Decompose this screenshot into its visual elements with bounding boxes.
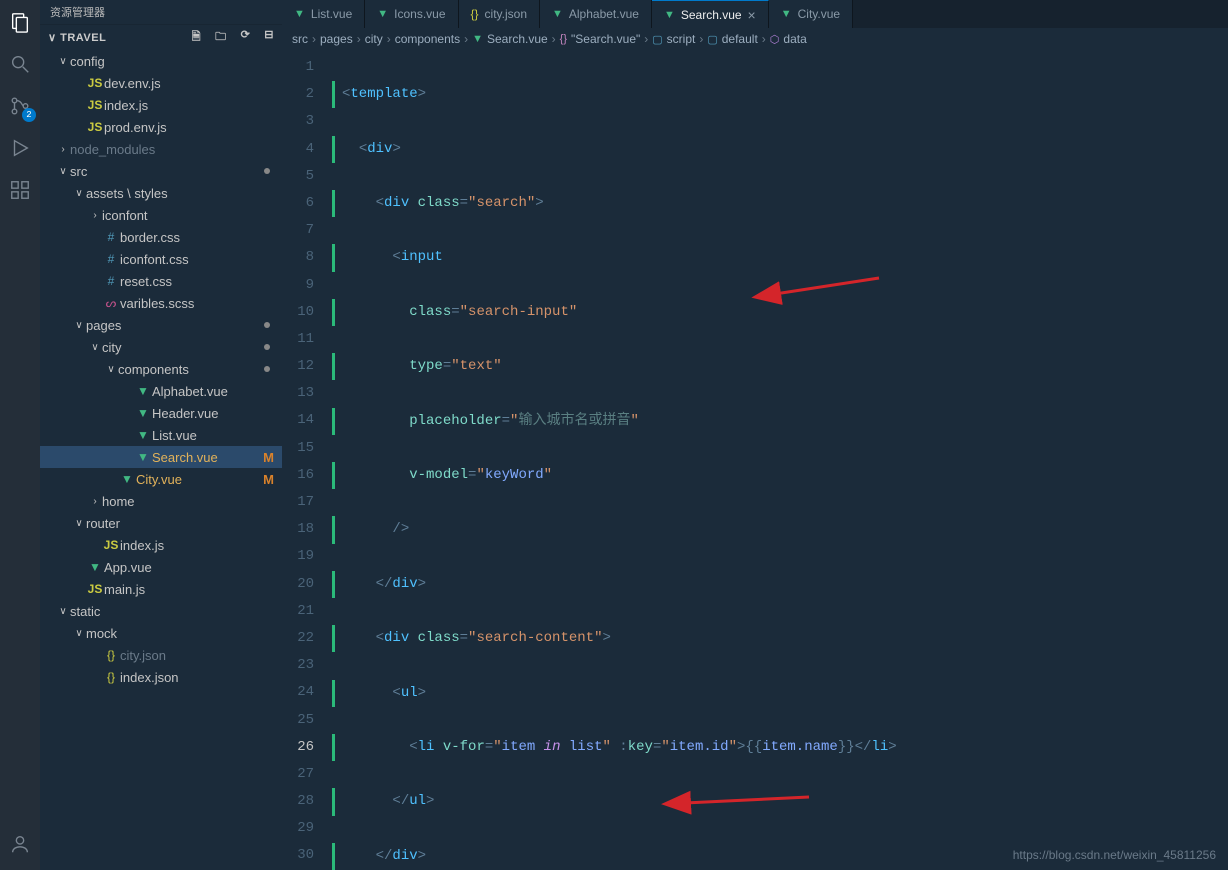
- search-icon[interactable]: [8, 52, 32, 76]
- tree-folder-home[interactable]: ›home: [40, 490, 282, 512]
- tree-folder-city[interactable]: ∨city: [40, 336, 282, 358]
- tab-city[interactable]: ▼City.vue: [769, 0, 853, 28]
- tree-file[interactable]: JSindex.js: [40, 534, 282, 556]
- code-editor[interactable]: 1234567891011121314151617181920212223242…: [282, 50, 1228, 870]
- file-tree: ∨config JSdev.env.js JSindex.js JSprod.e…: [40, 50, 282, 870]
- tree-file[interactable]: JSmain.js: [40, 578, 282, 600]
- new-file-icon[interactable]: 🗎: [192, 28, 201, 47]
- tree-file[interactable]: {}index.json: [40, 666, 282, 688]
- tree-folder-mock[interactable]: ∨mock: [40, 622, 282, 644]
- project-name: TRAVEL: [60, 32, 106, 44]
- tab-cityjson[interactable]: {}city.json: [459, 0, 540, 28]
- tree-file[interactable]: ▼List.vue: [40, 424, 282, 446]
- tree-file[interactable]: #border.css: [40, 226, 282, 248]
- new-folder-icon[interactable]: 🗀: [215, 28, 227, 47]
- line-gutter: 1234567891011121314151617181920212223242…: [282, 50, 332, 870]
- tree-folder-router[interactable]: ∨router: [40, 512, 282, 534]
- tree-file[interactable]: JSdev.env.js: [40, 72, 282, 94]
- tree-file[interactable]: JSprod.env.js: [40, 116, 282, 138]
- editor: ▼List.vue ▼Icons.vue {}city.json ▼Alphab…: [282, 0, 1228, 870]
- tree-file-search[interactable]: ▼Search.vueM: [40, 446, 282, 468]
- tree-folder-nodemodules[interactable]: ›node_modules: [40, 138, 282, 160]
- tab-search[interactable]: ▼Search.vue×: [652, 0, 769, 28]
- tree-folder-iconfont[interactable]: ›iconfont: [40, 204, 282, 226]
- tree-folder-components[interactable]: ∨components: [40, 358, 282, 380]
- tree-file[interactable]: ▼Alphabet.vue: [40, 380, 282, 402]
- explorer-sidebar: 资源管理器 ∨ TRAVEL 🗎 🗀 ⟳ ⊟ ∨config JSdev.env…: [40, 0, 282, 870]
- code-content[interactable]: <template> <div> <div class="search"> <i…: [332, 50, 1228, 870]
- watermark: https://blog.csdn.net/weixin_45811256: [1013, 848, 1216, 862]
- tab-alphabet[interactable]: ▼Alphabet.vue: [540, 0, 652, 28]
- tree-file[interactable]: {}city.json: [40, 644, 282, 666]
- scm-badge: 2: [22, 108, 36, 122]
- activity-bar: 2: [0, 0, 40, 870]
- collapse-icon[interactable]: ⊟: [264, 28, 274, 47]
- tree-file[interactable]: #reset.css: [40, 270, 282, 292]
- tree-folder-static[interactable]: ∨static: [40, 600, 282, 622]
- explorer-icon[interactable]: [8, 10, 32, 34]
- tree-folder-src[interactable]: ∨src: [40, 160, 282, 182]
- tree-folder-assets[interactable]: ∨assets \ styles: [40, 182, 282, 204]
- sidebar-title: 资源管理器: [40, 0, 282, 24]
- source-control-icon[interactable]: 2: [8, 94, 32, 118]
- extensions-icon[interactable]: [8, 178, 32, 202]
- explorer-header[interactable]: ∨ TRAVEL 🗎 🗀 ⟳ ⊟: [40, 24, 282, 50]
- tree-file[interactable]: JSindex.js: [40, 94, 282, 116]
- tab-list[interactable]: ▼List.vue: [282, 0, 365, 28]
- close-icon[interactable]: ×: [748, 7, 756, 23]
- tree-file[interactable]: ▼App.vue: [40, 556, 282, 578]
- tree-folder-config[interactable]: ∨config: [40, 50, 282, 72]
- explorer-tools: 🗎 🗀 ⟳ ⊟: [192, 28, 274, 47]
- account-icon[interactable]: [8, 832, 32, 856]
- tree-file[interactable]: ▼City.vueM: [40, 468, 282, 490]
- tree-file[interactable]: ᔕvaribles.scss: [40, 292, 282, 314]
- tree-folder-pages[interactable]: ∨pages: [40, 314, 282, 336]
- refresh-icon[interactable]: ⟳: [241, 28, 251, 47]
- tree-file[interactable]: #iconfont.css: [40, 248, 282, 270]
- breadcrumb[interactable]: src› pages› city› components› ▼Search.vu…: [282, 28, 1228, 50]
- editor-tabs: ▼List.vue ▼Icons.vue {}city.json ▼Alphab…: [282, 0, 1228, 28]
- tab-icons[interactable]: ▼Icons.vue: [365, 0, 458, 28]
- tree-file[interactable]: ▼Header.vue: [40, 402, 282, 424]
- run-debug-icon[interactable]: [8, 136, 32, 160]
